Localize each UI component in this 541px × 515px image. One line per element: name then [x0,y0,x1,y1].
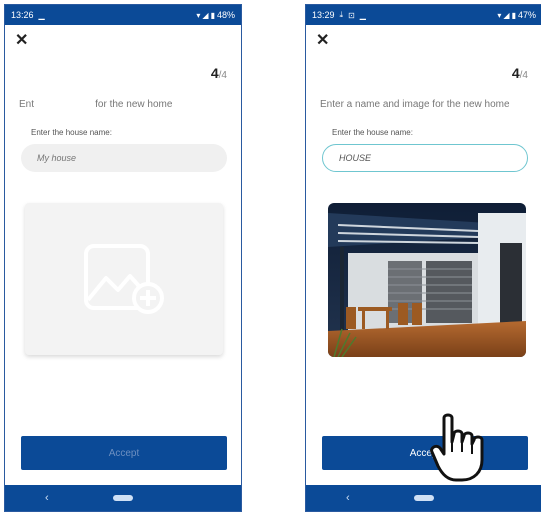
house-name-input[interactable] [322,144,528,172]
phone-screen-before: 13:26 ▁ ▾ ◢ ▮ 48% ✕ 4/4 Ent for the new … [4,4,242,512]
download-icon: ⤓ [339,10,344,19]
status-time: 13:26 [11,10,34,20]
step-total: /4 [218,70,227,81]
battery-level: 47% [517,10,536,20]
back-icon[interactable]: ‹ [45,492,49,504]
close-icon[interactable]: ✕ [15,33,28,49]
step-indicator: 4/4 [211,65,227,81]
status-bar: 13:29 ⤓ ⊡ ▁ ▾ ◢ ▮ 47% [306,5,541,25]
house-name-input[interactable] [21,144,227,172]
phone-screen-after: 13:29 ⤓ ⊡ ▁ ▾ ◢ ▮ 47% ✕ 4/4 Enter a name… [305,4,541,512]
pointer-hand-icon [430,413,484,482]
back-icon[interactable]: ‹ [346,492,350,504]
wifi-icon: ▾ [196,10,201,20]
battery-icon: ▮ [511,10,516,20]
add-image-icon [84,244,164,314]
image-picker[interactable] [25,203,223,355]
battery-level: 48% [216,10,235,20]
notification-icon: ▁ [359,10,366,20]
instruction-text: Ent for the new home [19,99,173,110]
accept-button[interactable]: Accept [322,436,528,470]
step-current: 4 [511,65,520,81]
close-icon[interactable]: ✕ [316,33,329,49]
step-current: 4 [210,65,219,81]
house-name-label: Enter the house name: [332,128,413,137]
home-icon[interactable] [113,495,133,501]
step-total: /4 [519,70,528,81]
house-name-label: Enter the house name: [31,128,112,137]
status-bar: 13:26 ▁ ▾ ◢ ▮ 48% [5,5,241,25]
house-image [328,203,526,357]
step-indicator: 4/4 [512,65,528,81]
signal-icon: ◢ [503,10,510,20]
accept-button-disabled[interactable]: Accept [21,436,227,470]
notification-icon: ▁ [38,10,45,20]
status-time: 13:29 [312,10,335,20]
lock-icon: ⊡ [348,10,355,20]
signal-icon: ◢ [202,10,209,20]
house-photo[interactable] [328,203,526,357]
nav-bar: ‹ [306,485,541,511]
home-icon[interactable] [414,495,434,501]
instruction-text: Enter a name and image for the new home [320,99,510,110]
wifi-icon: ▾ [497,10,502,20]
battery-icon: ▮ [210,10,215,20]
nav-bar: ‹ [5,485,241,511]
